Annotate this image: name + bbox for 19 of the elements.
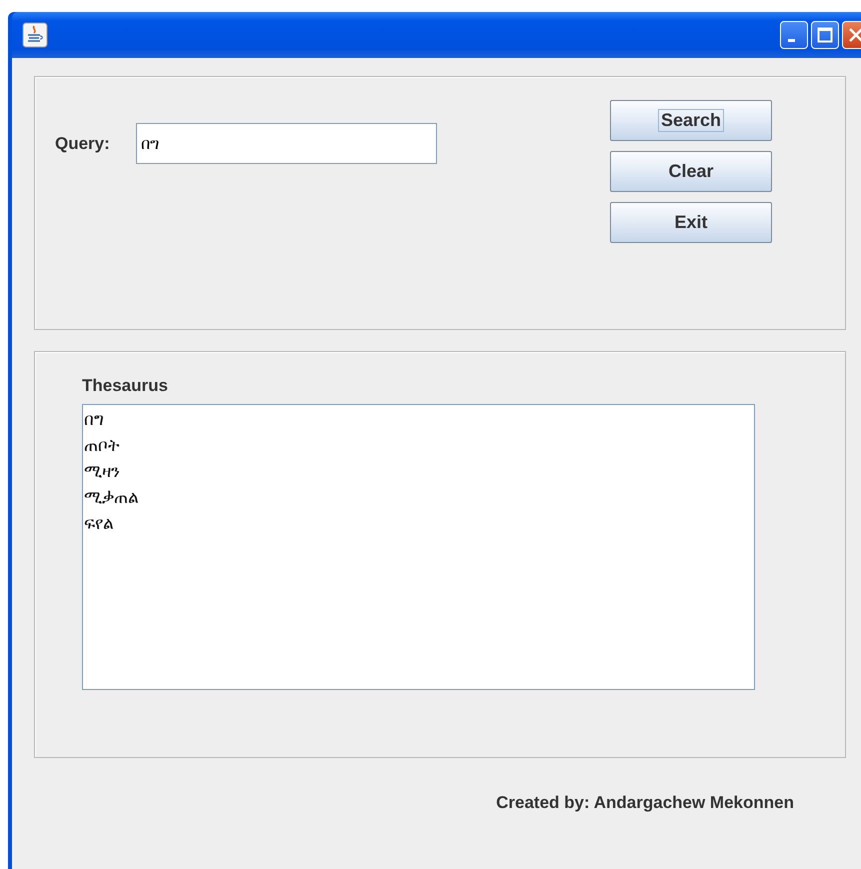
credit-text: Created by: Andargachew Mekonnen bbox=[496, 793, 794, 813]
minimize-icon bbox=[788, 38, 794, 42]
thesaurus-item[interactable]: ሚዛን bbox=[84, 459, 120, 485]
action-button[interactable]: Exit bbox=[610, 202, 772, 243]
query-field[interactable]: በግ bbox=[136, 123, 437, 164]
thesaurus-label: Thesaurus bbox=[82, 376, 169, 396]
minimize-button[interactable] bbox=[780, 21, 808, 49]
thesaurus-item[interactable]: ሚቃጠል bbox=[84, 485, 139, 511]
close-icon bbox=[848, 27, 861, 43]
maximize-button[interactable] bbox=[811, 21, 839, 49]
query-label: Query: bbox=[55, 134, 111, 155]
action-button[interactable]: Clear bbox=[610, 151, 772, 192]
action-button[interactable]: Search bbox=[610, 100, 772, 141]
thesaurus-item[interactable]: ጠቦት bbox=[84, 433, 119, 459]
thesaurus-item[interactable]: ፍየል bbox=[84, 511, 114, 537]
maximize-icon bbox=[817, 27, 833, 43]
close-button[interactable] bbox=[842, 21, 861, 49]
java-icon bbox=[22, 22, 48, 48]
thesaurus-item[interactable]: በግ bbox=[84, 407, 104, 433]
